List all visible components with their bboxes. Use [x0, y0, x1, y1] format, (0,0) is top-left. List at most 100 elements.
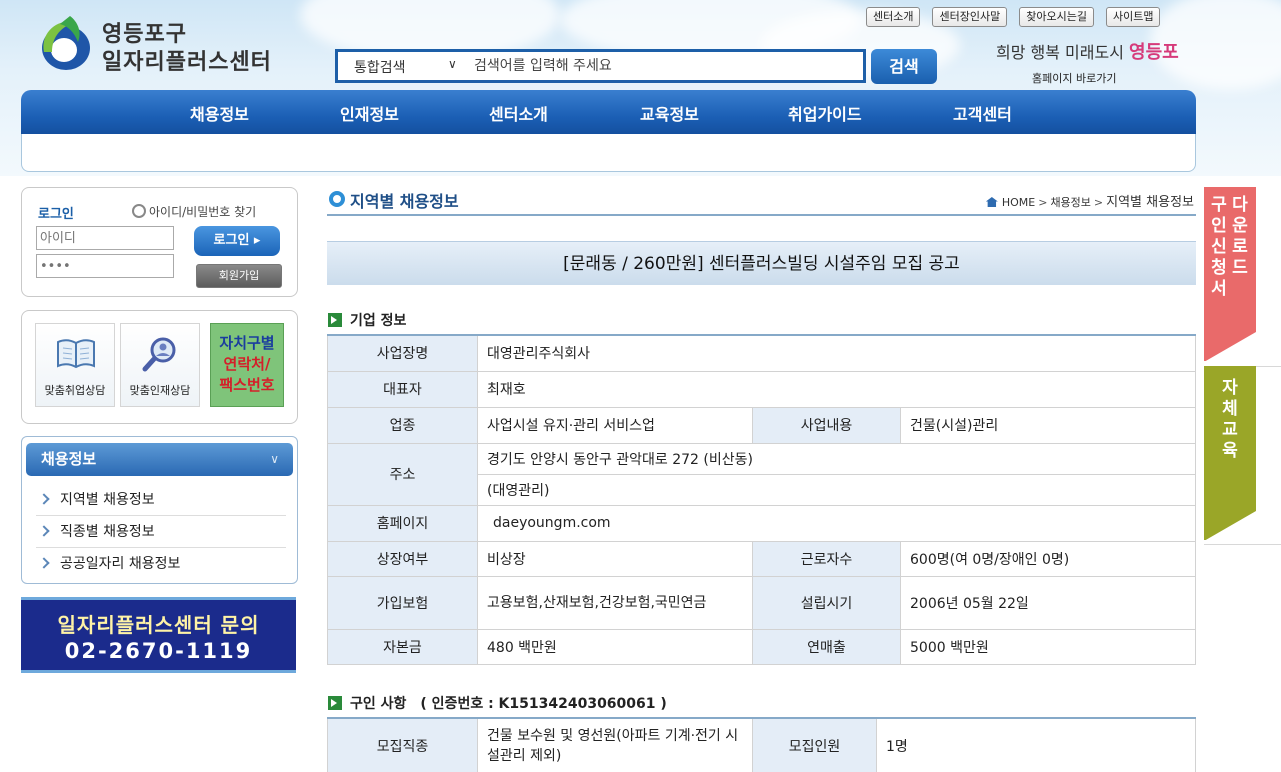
- posting-title: [문래동 / 260만원] 센터플러스빌딩 시설주임 모집 공고: [327, 241, 1196, 285]
- toplink-center-intro[interactable]: 센터소개: [866, 7, 921, 27]
- quick-job-consult[interactable]: 맞춤취업상담: [35, 323, 115, 407]
- recruit-info-table: 모집직종 건물 보수원 및 영선원(아파트 기계·전기 시설관리 제외) 모집인…: [327, 717, 1196, 772]
- page-header: 지역별 채용정보 HOME > 채용정보 > 지역별 채용정보: [327, 186, 1196, 216]
- login-box: 로그인 아이디/비밀번호 찾기 로그인 ▸ 회원가입: [21, 187, 298, 297]
- chevron-down-icon[interactable]: ∨: [448, 57, 457, 71]
- main-navigation: 채용정보 인재정보 센터소개 교육정보 취업가이드 고객센터: [21, 90, 1196, 135]
- slogan-emphasis: 영등포: [1129, 42, 1179, 63]
- search-icon: [132, 204, 146, 218]
- search-input[interactable]: [474, 55, 854, 77]
- self-education-tab[interactable]: 자체교육: [1204, 366, 1256, 541]
- contact-label-line2: 연락처/: [223, 355, 271, 373]
- label-homepage: 홈페이지: [327, 505, 478, 542]
- label-address: 주소: [327, 443, 478, 506]
- password-input[interactable]: [36, 254, 174, 278]
- table-row: 대표자 최재호: [327, 371, 1196, 408]
- label-job-type: 모집직종: [327, 718, 478, 772]
- quick-job-consult-label: 맞춤취업상담: [44, 384, 106, 397]
- circle-bullet-icon: [329, 191, 345, 207]
- tab-divider: [1204, 544, 1281, 545]
- value-ceo: 최재호: [477, 371, 1196, 408]
- label-employees: 근로자수: [752, 541, 901, 577]
- company-section-title: 기업 정보: [350, 313, 407, 329]
- certification-number: ( 인증번호 : K151342403060061 ): [420, 696, 667, 712]
- table-row: 모집직종 건물 보수원 및 영선원(아파트 기계·전기 시설관리 제외) 모집인…: [327, 718, 1196, 772]
- nav-education[interactable]: 교육정보: [640, 101, 699, 125]
- label-revenue: 연매출: [752, 629, 901, 665]
- quick-talent-consult[interactable]: 맞춤인재상담: [120, 323, 200, 407]
- breadcrumb: HOME > 채용정보 > 지역별 채용정보: [985, 191, 1194, 210]
- toplink-sitemap[interactable]: 사이트맵: [1105, 7, 1161, 27]
- table-row: 홈페이지 daeyoungm.com: [327, 505, 1196, 542]
- value-headcount: 1명: [876, 718, 1196, 772]
- username-input[interactable]: [36, 226, 174, 250]
- value-insurance: 고용보험,산재보험,건강보험,국민연금: [477, 576, 753, 630]
- tab1-text-a: 구인신청서: [1211, 195, 1227, 299]
- inquiry-phone: 02-2670-1119: [64, 639, 253, 663]
- table-row: 주소 경기도 안양시 동안구 관악대로 272 (비산동): [327, 443, 1196, 506]
- arrow-bullet-icon: [328, 313, 342, 327]
- breadcrumb-job-info[interactable]: 채용정보: [1050, 196, 1090, 209]
- nav-customer-center[interactable]: 고객센터: [953, 101, 1012, 125]
- breadcrumb-home[interactable]: HOME: [1002, 196, 1035, 209]
- toplink-greeting[interactable]: 센터장인사말: [932, 7, 1008, 27]
- slogan-prefix: 희망 행복 미래도시: [996, 43, 1130, 62]
- search-box: 통합검색 ∨: [335, 49, 866, 83]
- company-info-table: 사업장명 대영관리주식회사 대표자 최재호 업종 사업시설 유지·관리 서비스업…: [327, 334, 1196, 665]
- value-address: 경기도 안양시 동안구 관악대로 272 (비산동): [477, 443, 1196, 475]
- submenu-header[interactable]: 채용정보 ∨: [26, 443, 293, 476]
- nav-job-guide[interactable]: 취업가이드: [788, 101, 862, 125]
- nav-job-info[interactable]: 채용정보: [190, 101, 249, 125]
- slogan-subtext: 홈페이지 바로가기: [1032, 72, 1117, 85]
- chevron-down-icon: ∨: [270, 452, 279, 466]
- company-section-heading: 기업 정보: [328, 310, 406, 330]
- signup-button[interactable]: 회원가입: [196, 264, 282, 288]
- search-button[interactable]: 검색: [871, 49, 937, 84]
- nav-talent-info[interactable]: 인재정보: [340, 101, 399, 125]
- label-ceo: 대표자: [327, 371, 478, 408]
- tab1-text-b: 다운로드: [1232, 195, 1248, 278]
- value-listed: 비상장: [477, 541, 753, 577]
- submenu-item-occupation[interactable]: 직종별 채용정보: [36, 516, 286, 548]
- job-info-submenu: 채용정보 ∨ 지역별 채용정보 직종별 채용정보 공공일자리 채용정보: [21, 436, 298, 584]
- value-address-detail: (대영관리): [477, 474, 1196, 506]
- slogan-text: 희망 행복 미래도시 영등포: [996, 38, 1179, 64]
- label-business: 사업내용: [752, 407, 901, 444]
- table-row: 가입보험 고용보험,산재보험,건강보험,국민연금 설립시기 2006년 05월 …: [327, 576, 1196, 630]
- nav-center-intro[interactable]: 센터소개: [489, 101, 548, 125]
- label-industry: 업종: [327, 407, 478, 444]
- logo-text-center: 일자리플러스센터: [102, 50, 272, 75]
- toplink-directions[interactable]: 찾아오시는길: [1019, 7, 1094, 27]
- label-listed: 상장여부: [327, 541, 478, 577]
- page-title: 지역별 채용정보: [350, 192, 459, 211]
- district-contact-button[interactable]: 자치구별 연락처/ 팩스번호: [210, 323, 284, 407]
- site-logo[interactable]: 영등포구 일자리플러스센터: [34, 12, 294, 76]
- top-utility-links: 센터소개 센터장인사말 찾아오시는길 사이트맵: [866, 7, 1161, 27]
- search-scope-select[interactable]: 통합검색: [354, 57, 406, 77]
- label-company-name: 사업장명: [327, 335, 478, 372]
- table-row: 업종 사업시설 유지·관리 서비스업 사업내용 건물(시설)관리: [327, 407, 1196, 444]
- home-icon: [985, 197, 998, 207]
- district-homepage-link[interactable]: 희망 행복 미래도시 영등포 홈페이지 바로가기: [996, 36, 1179, 88]
- find-account-link[interactable]: 아이디/비밀번호 찾기: [132, 203, 256, 220]
- breadcrumb-current: 지역별 채용정보: [1106, 195, 1194, 210]
- value-job-type: 건물 보수원 및 영선원(아파트 기계·전기 시설관리 제외): [477, 718, 753, 772]
- value-homepage[interactable]: daeyoungm.com: [477, 505, 1196, 542]
- table-row: 사업장명 대영관리주식회사: [327, 335, 1196, 372]
- logo-mark-icon: [42, 16, 90, 70]
- inquiry-banner[interactable]: 일자리플러스센터 문의 02-2670-1119: [21, 597, 296, 673]
- site-header: 영등포구 일자리플러스센터 센터소개 센터장인사말 찾아오시는길 사이트맵 통합…: [0, 0, 1281, 176]
- login-button[interactable]: 로그인 ▸: [194, 226, 280, 256]
- value-business: 건물(시설)관리: [900, 407, 1196, 444]
- application-form-download-tab[interactable]: 구인신청서 다운로드: [1204, 187, 1256, 362]
- submenu-item-public[interactable]: 공공일자리 채용정보: [36, 548, 286, 580]
- recruit-section-title: 구인 사항: [350, 696, 407, 712]
- value-industry: 사업시설 유지·관리 서비스업: [477, 407, 753, 444]
- value-founded: 2006년 05월 22일: [900, 576, 1196, 630]
- breadcrumb-separator: >: [1038, 196, 1048, 209]
- contact-label-line1: 자치구별: [219, 334, 275, 352]
- label-capital: 자본금: [327, 629, 478, 665]
- magnifier-person-icon: [142, 337, 176, 372]
- tab2-text: 자체교육: [1222, 378, 1238, 461]
- submenu-item-regional[interactable]: 지역별 채용정보: [36, 484, 286, 516]
